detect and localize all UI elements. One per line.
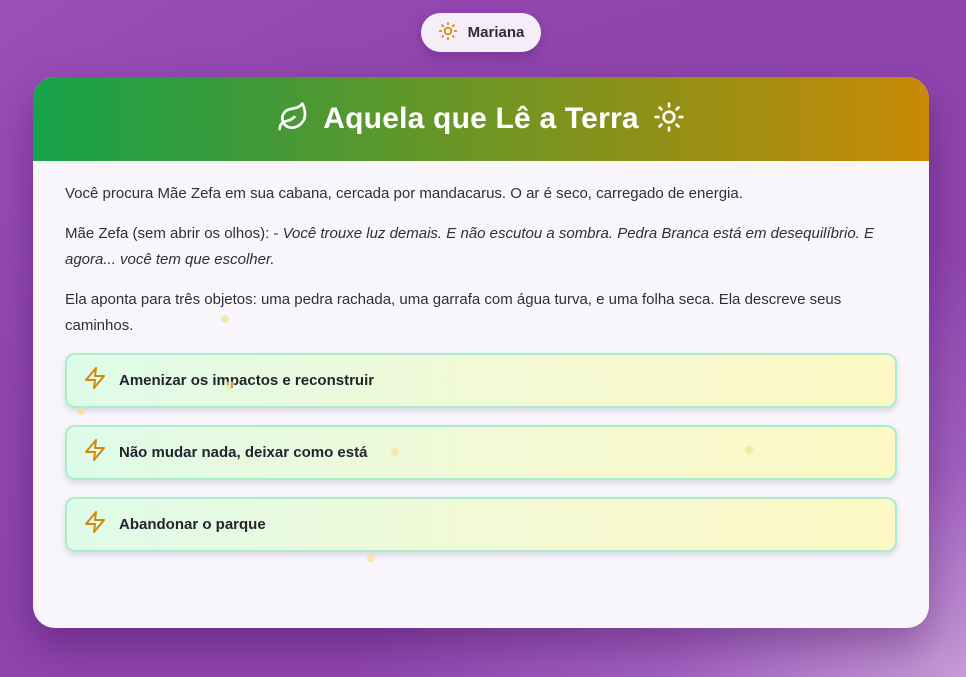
leaf-icon — [277, 101, 309, 138]
sparkle-particle — [77, 407, 85, 415]
choice-label: Amenizar os impactos e reconstruir — [119, 372, 375, 389]
player-badge: Mariana — [421, 13, 541, 52]
lightning-icon — [83, 366, 107, 395]
sparkle-particle — [226, 381, 234, 389]
card-header: Aquela que Lê a Terra — [33, 77, 929, 161]
story-paragraph: Ela aponta para três objetos: uma pedra … — [65, 291, 842, 334]
card-body: Você procura Mãe Zefa em sua cabana, cer… — [33, 161, 929, 552]
sparkle-particle — [391, 448, 399, 456]
choice-label: Abandonar o parque — [119, 516, 266, 533]
story-paragraph: Você procura Mãe Zefa em sua cabana, cer… — [65, 185, 743, 202]
dialogue-paragraph: Mãe Zefa (sem abrir os olhos): - Você tr… — [65, 221, 897, 273]
choice-button[interactable]: Não mudar nada, deixar como está — [65, 425, 897, 480]
choice-list: Amenizar os impactos e reconstruir Não m… — [65, 353, 897, 552]
dialogue-speaker: Mãe Zefa (sem abrir os olhos): - — [65, 225, 283, 242]
sun-icon — [653, 101, 685, 138]
player-name: Mariana — [467, 24, 525, 41]
choice-button[interactable]: Abandonar o parque — [65, 497, 897, 552]
choice-button[interactable]: Amenizar os impactos e reconstruir — [65, 353, 897, 408]
lightning-icon — [83, 438, 107, 467]
choice-label: Não mudar nada, deixar como está — [119, 444, 368, 461]
lightning-icon — [83, 510, 107, 539]
sun-icon — [438, 21, 458, 45]
sparkle-particle — [745, 446, 753, 454]
story-card: Aquela que Lê a Terra Você procura Mãe Z… — [33, 77, 929, 628]
sparkle-particle — [221, 315, 229, 323]
card-title: Aquela que Lê a Terra — [323, 102, 639, 135]
sparkle-particle — [367, 554, 375, 562]
